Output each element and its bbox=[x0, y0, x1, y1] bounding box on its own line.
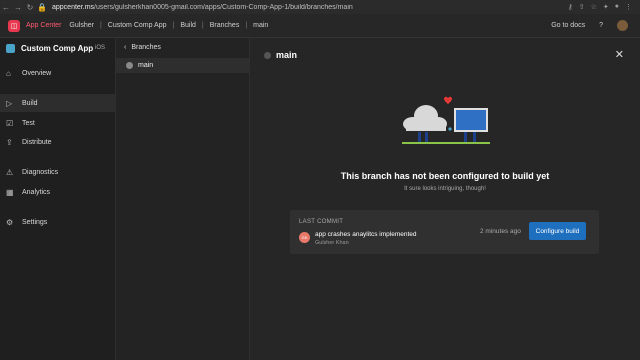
branch-detail: main ✕ This branch has not been configur… bbox=[250, 38, 640, 360]
last-commit-label: LAST COMMIT bbox=[299, 219, 344, 225]
breadcrumb-separator: | bbox=[201, 22, 204, 29]
empty-state-illustration bbox=[402, 96, 490, 144]
reload-icon[interactable]: ↻ bbox=[24, 3, 36, 12]
play-icon: ▷ bbox=[6, 98, 13, 108]
docs-link[interactable]: Go to docs bbox=[551, 22, 585, 29]
gear-icon: ⚙ bbox=[6, 217, 14, 227]
sidebar-item-label: Overview bbox=[22, 69, 52, 77]
sidebar-item-label: Distribute bbox=[22, 138, 52, 146]
sidebar-item-diagnostics[interactable]: ⚠ Diagnostics bbox=[0, 163, 116, 181]
star-icon[interactable]: ☆ bbox=[591, 3, 597, 11]
commit-author: Gulsher Khan bbox=[315, 240, 349, 246]
breadcrumb-separator: | bbox=[99, 22, 102, 29]
sidebar-item-label: Settings bbox=[22, 218, 48, 226]
avatar: GK bbox=[299, 232, 310, 243]
app-icon bbox=[6, 43, 15, 53]
commit-message: app crashes anaylitcs implemented bbox=[315, 231, 417, 238]
empty-state-title: This branch has not been configured to b… bbox=[340, 171, 550, 181]
app-header: ◫ App Center Gulsher | Custom Comp App |… bbox=[0, 14, 640, 38]
branch-title: main bbox=[276, 50, 298, 60]
breadcrumb-branch: main bbox=[253, 22, 269, 29]
checkbox-icon: ☑ bbox=[6, 118, 14, 128]
last-commit-card: LAST COMMIT GK app crashes anaylitcs imp… bbox=[290, 210, 599, 254]
user-avatar[interactable] bbox=[617, 20, 628, 31]
warning-icon: ⚠ bbox=[6, 167, 14, 177]
extensions-icon[interactable]: ✦ bbox=[603, 3, 609, 11]
forward-arrow-icon[interactable]: → bbox=[12, 3, 24, 12]
breadcrumb-separator: | bbox=[245, 22, 248, 29]
browser-bar: ← → ↻ 🔒 appcenter.ms/users/gulsherkhan00… bbox=[0, 0, 640, 14]
sidebar-item-overview[interactable]: ⌂ Overview bbox=[0, 64, 116, 82]
branches-heading: Branches bbox=[131, 43, 161, 51]
url-path: /users/gulsherkhan0005-gmail.com/apps/Cu… bbox=[94, 3, 353, 11]
back-arrow-icon[interactable]: ← bbox=[0, 3, 12, 12]
sidebar-item-settings[interactable]: ⚙ Settings bbox=[0, 213, 116, 231]
empty-state-subtitle: It sure looks intriguing, though! bbox=[404, 186, 486, 192]
page-title: main bbox=[264, 50, 297, 60]
share-icon[interactable]: ⇧ bbox=[579, 3, 585, 11]
app-name: Custom Comp App bbox=[21, 43, 94, 53]
sidebar-item-label: Test bbox=[22, 119, 35, 127]
sidebar-item-label: Analytics bbox=[22, 188, 51, 196]
upload-icon: ⇪ bbox=[6, 137, 13, 147]
sidebar-item-test[interactable]: ☑ Test bbox=[0, 114, 116, 132]
sidebar-item-distribute[interactable]: ⇪ Distribute bbox=[0, 133, 116, 151]
breadcrumb-user[interactable]: Gulsher bbox=[69, 22, 94, 29]
branches-back-link[interactable]: ‹ Branches bbox=[116, 38, 249, 56]
platform-label: iOS bbox=[94, 45, 105, 51]
help-icon[interactable]: ? bbox=[599, 22, 603, 29]
sidebar-item-build[interactable]: ▷ Build bbox=[0, 94, 116, 112]
breadcrumb-separator: | bbox=[172, 22, 175, 29]
sidebar-item-label: Build bbox=[22, 99, 38, 107]
profile-icon[interactable]: ● bbox=[615, 3, 619, 11]
url-host: appcenter.ms bbox=[52, 3, 95, 11]
breadcrumb-branches[interactable]: Branches bbox=[210, 22, 240, 29]
sidebar-item-analytics[interactable]: ▦ Analytics bbox=[0, 183, 116, 201]
commit-time: 2 minutes ago bbox=[480, 228, 521, 235]
breadcrumb-build[interactable]: Build bbox=[180, 22, 196, 29]
branch-status-icon bbox=[264, 51, 271, 59]
branches-panel: ‹ Branches main bbox=[116, 38, 250, 360]
app-switcher[interactable]: Custom Comp App iOS bbox=[0, 38, 115, 58]
lock-icon: 🔒 bbox=[37, 2, 47, 12]
close-icon[interactable]: ✕ bbox=[615, 48, 624, 61]
breadcrumb-app[interactable]: Custom Comp App bbox=[108, 22, 167, 29]
key-icon[interactable]: ⚷ bbox=[568, 3, 573, 11]
home-icon: ⌂ bbox=[6, 68, 11, 78]
chevron-left-icon: ‹ bbox=[124, 43, 127, 51]
configure-build-button[interactable]: Configure build bbox=[529, 222, 586, 240]
sidebar: Custom Comp App iOS ⌂ Overview ▷ Build ☑… bbox=[0, 38, 116, 360]
app-center-logo-icon[interactable]: ◫ bbox=[8, 19, 20, 32]
branch-name: main bbox=[138, 62, 154, 69]
address-bar[interactable]: appcenter.ms/users/gulsherkhan0005-gmail… bbox=[52, 4, 568, 11]
brand-name[interactable]: App Center bbox=[26, 22, 61, 29]
sidebar-item-label: Diagnostics bbox=[22, 168, 59, 176]
menu-icon[interactable]: ⋮ bbox=[625, 3, 632, 11]
branch-item-main[interactable]: main bbox=[116, 58, 249, 73]
branch-status-icon bbox=[126, 62, 133, 69]
bar-chart-icon: ▦ bbox=[6, 187, 14, 197]
